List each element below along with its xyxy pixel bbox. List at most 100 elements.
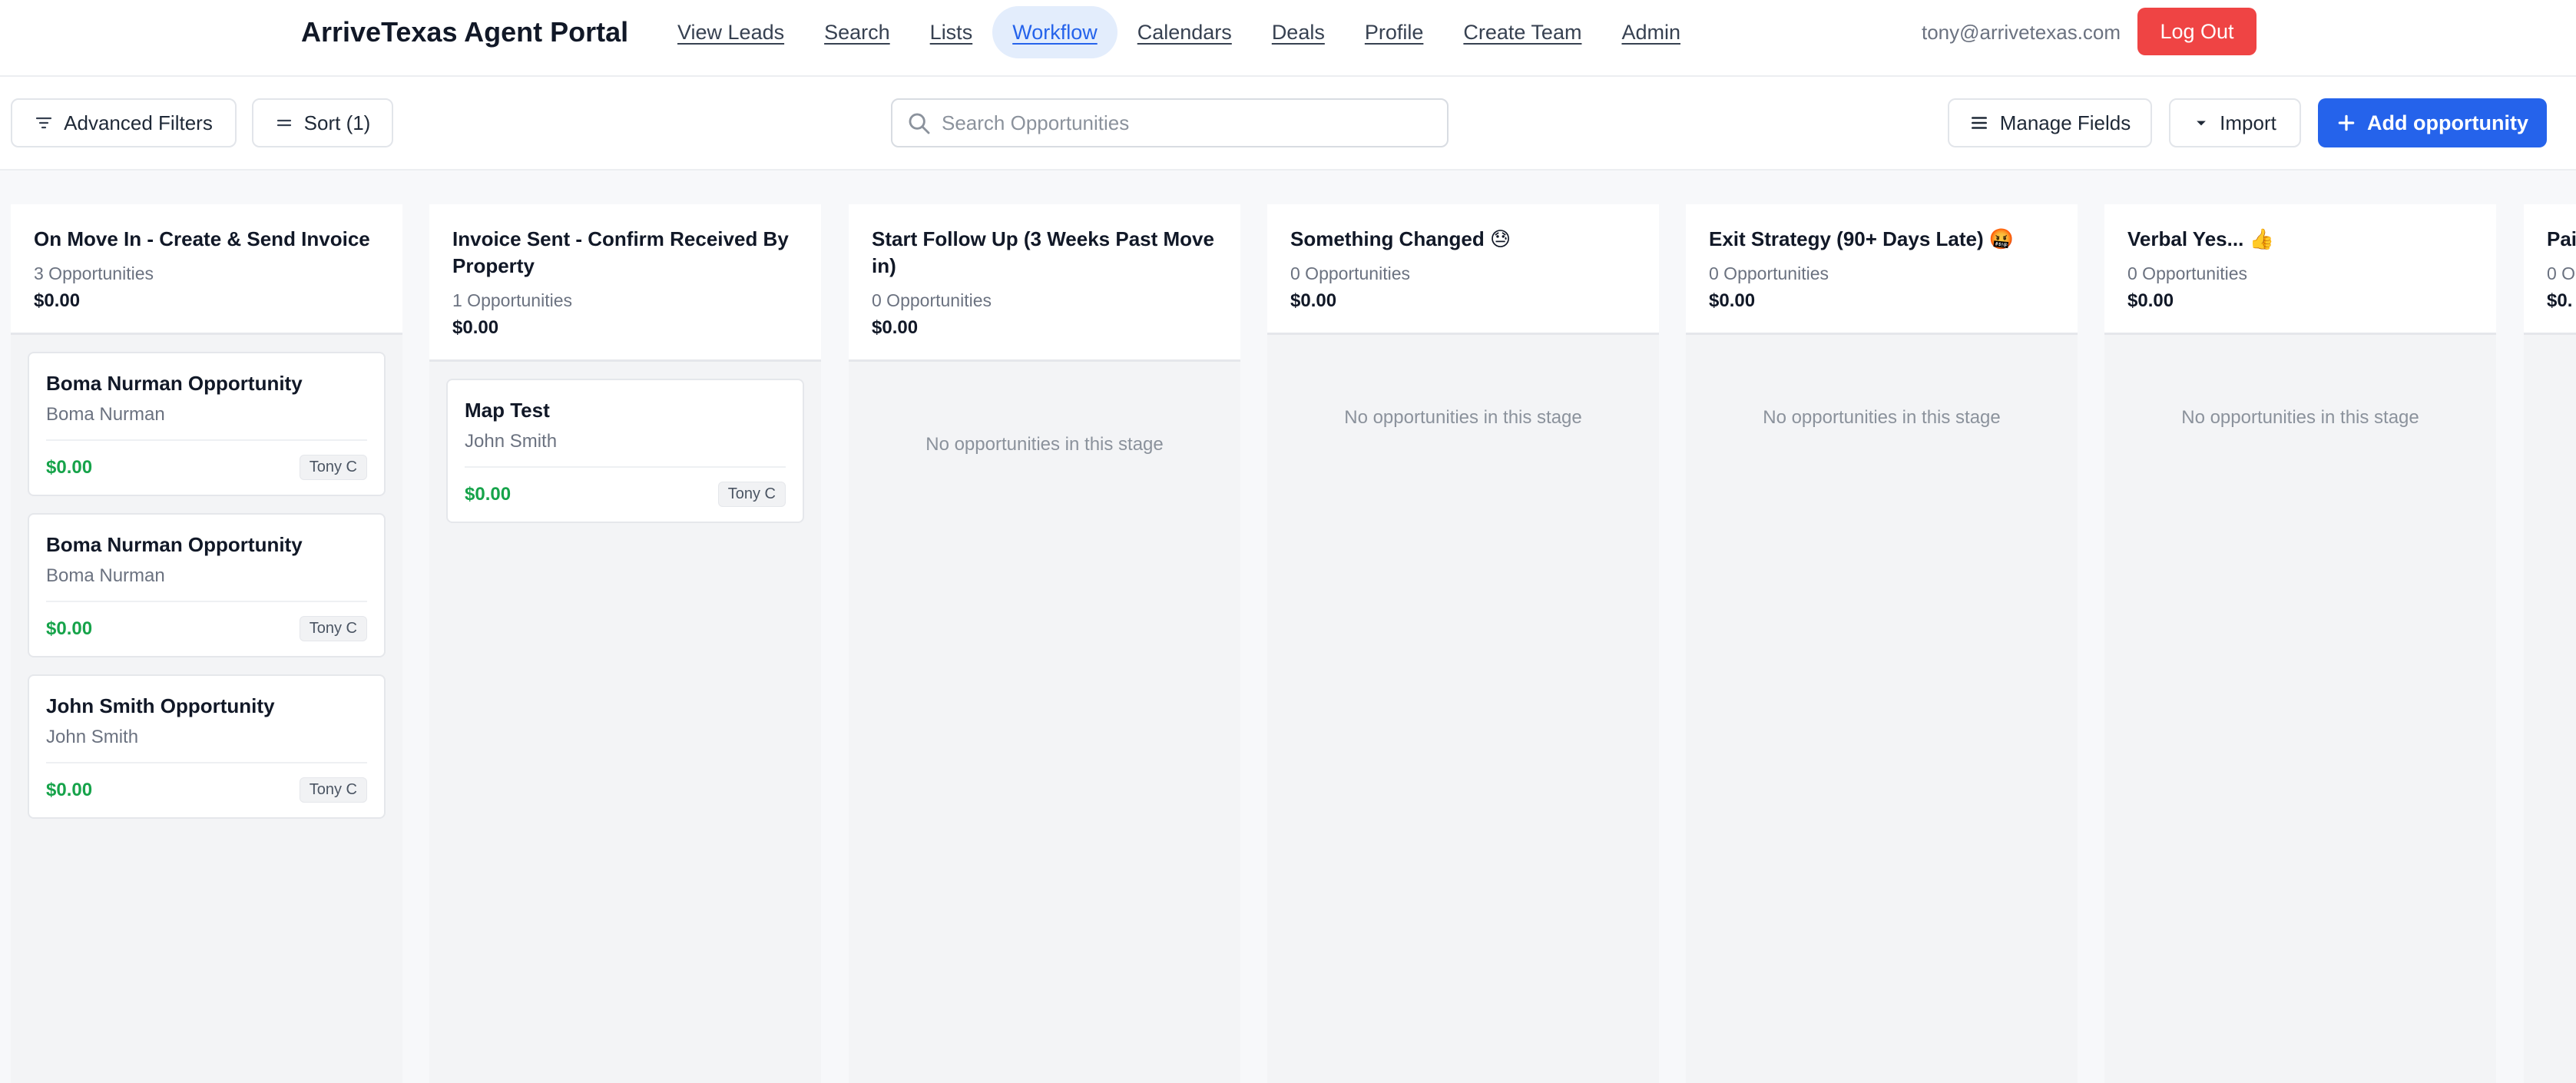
stage-column: Exit Strategy (90+ Days Late) 🤬 0 Opport… [1686, 204, 2078, 1083]
card-title: Boma Nurman Opportunity [46, 533, 303, 556]
card-footer: $0.00 Tony C [46, 601, 367, 641]
nav-link-create-team[interactable]: Create Team [1443, 6, 1601, 58]
stage-count: 0 Opportunities [1709, 263, 1829, 283]
card-amount: $0.00 [46, 618, 93, 639]
empty-stage-message: No opportunities in this stage [925, 434, 1164, 455]
import-label: Import [2220, 111, 2276, 134]
stage-count: 0 Opportunities [872, 290, 992, 310]
search-opportunities [891, 98, 1449, 147]
card-footer: $0.00 Tony C [46, 762, 367, 803]
stage-column: On Move In - Create & Send Invoice 3 Opp… [11, 204, 402, 1083]
card-amount: $0.00 [46, 456, 93, 478]
main-nav: View Leads Search Lists Workflow Calenda… [657, 6, 1700, 58]
card-title: Boma Nurman Opportunity [46, 372, 303, 395]
stage-amount: $0.00 [34, 290, 81, 311]
stage-column: Invoice Sent - Confirm Received By Prope… [429, 204, 821, 1083]
stage-body: No opportunities in this stage [1267, 335, 1659, 445]
stage-column: Pai 0 O $0. [2524, 204, 2576, 1083]
stage-title: Verbal Yes... 👍 [2127, 227, 2274, 250]
card-title: Map Test [465, 399, 550, 422]
stage-body: Boma Nurman Opportunity Boma Nurman $0.0… [11, 335, 402, 853]
stage-amount: $0.00 [1709, 290, 1756, 311]
stage-header[interactable]: On Move In - Create & Send Invoice 3 Opp… [11, 204, 402, 335]
filter-icon [36, 117, 52, 129]
import-button[interactable]: Import [2169, 98, 2301, 147]
stage-header[interactable]: Exit Strategy (90+ Days Late) 🤬 0 Opport… [1686, 204, 2078, 335]
top-navbar: ArriveTexas Agent Portal View Leads Sear… [0, 0, 2576, 77]
advanced-filters-button[interactable]: Advanced Filters [11, 98, 237, 147]
nav-link-profile[interactable]: Profile [1345, 6, 1444, 58]
card-amount: $0.00 [46, 779, 93, 800]
caret-down-icon [2197, 121, 2206, 126]
stage-header[interactable]: Invoice Sent - Confirm Received By Prope… [429, 204, 821, 362]
stage-body: No opportunities in this stage [1686, 335, 2078, 445]
stage-column: Start Follow Up (3 Weeks Past Move in) 0… [849, 204, 1240, 1083]
nav-link-search[interactable]: Search [804, 6, 910, 58]
stage-body: Map Test John Smith $0.00 Tony C [429, 362, 821, 557]
nav-link-view-leads[interactable]: View Leads [657, 6, 804, 58]
stage-header[interactable]: Start Follow Up (3 Weeks Past Move in) 0… [849, 204, 1240, 362]
empty-stage-message: No opportunities in this stage [1763, 407, 2001, 428]
stage-title: Exit Strategy (90+ Days Late) 🤬 [1709, 227, 2015, 250]
stage-title: Something Changed 😓 [1290, 227, 1511, 250]
stage-amount: $0.00 [2127, 290, 2174, 311]
stage-body: No opportunities in this stage [849, 362, 1240, 472]
stage-count: 1 Opportunities [452, 290, 572, 310]
stage-header[interactable]: Verbal Yes... 👍 0 Opportunities $0.00 [2104, 204, 2496, 335]
opportunity-card[interactable]: Map Test John Smith $0.00 Tony C [446, 379, 804, 523]
nav-link-workflow[interactable]: Workflow [992, 6, 1117, 58]
stage-title: Start Follow Up (3 Weeks Past Move in) [872, 227, 1214, 277]
workflow-toolbar: Advanced Filters Sort (1) Manage Fields … [0, 77, 2576, 171]
sort-icon [276, 119, 291, 127]
opportunity-card[interactable]: John Smith Opportunity John Smith $0.00 … [28, 674, 386, 819]
stage-header[interactable]: Something Changed 😓 0 Opportunities $0.0… [1267, 204, 1659, 335]
stage-title: Invoice Sent - Confirm Received By Prope… [452, 227, 789, 277]
list-icon [1971, 117, 1987, 129]
card-title: John Smith Opportunity [46, 694, 275, 717]
owner-badge: Tony C [299, 455, 367, 480]
nav-link-deals[interactable]: Deals [1252, 6, 1345, 58]
stage-amount: $0.00 [1290, 290, 1337, 311]
stage-header[interactable]: Pai 0 O $0. [2524, 204, 2576, 335]
nav-link-calendars[interactable]: Calendars [1117, 6, 1252, 58]
brand-title[interactable]: ArriveTexas Agent Portal [301, 14, 628, 51]
stage-amount: $0. [2547, 290, 2573, 311]
advanced-filters-label: Advanced Filters [64, 111, 213, 134]
card-footer: $0.00 Tony C [465, 466, 786, 507]
stage-count: 3 Opportunities [34, 263, 154, 283]
nav-link-lists[interactable]: Lists [910, 6, 993, 58]
add-opportunity-button[interactable]: Add opportunity [2318, 98, 2547, 147]
opportunity-card[interactable]: Boma Nurman Opportunity Boma Nurman $0.0… [28, 513, 386, 657]
card-contact: John Smith [46, 727, 139, 747]
user-email: tony@arrivetexas.com [1922, 21, 2121, 44]
nav-link-admin[interactable]: Admin [1601, 6, 1700, 58]
stage-count: 0 O [2547, 263, 2576, 283]
empty-stage-message: No opportunities in this stage [1344, 407, 1582, 428]
card-contact: John Smith [465, 431, 558, 452]
stage-body: No opportunities in this stage [2104, 335, 2496, 445]
stage-column: Verbal Yes... 👍 0 Opportunities $0.00 No… [2104, 204, 2496, 1083]
search-input[interactable] [942, 106, 1433, 140]
card-contact: Boma Nurman [46, 404, 165, 425]
stage-amount: $0.00 [452, 317, 499, 338]
stage-column: Something Changed 😓 0 Opportunities $0.0… [1267, 204, 1659, 1083]
sort-label: Sort (1) [303, 111, 371, 134]
opportunity-card[interactable]: Boma Nurman Opportunity Boma Nurman $0.0… [28, 352, 386, 496]
sort-button[interactable]: Sort (1) [252, 98, 393, 147]
plus-icon [2338, 114, 2355, 131]
stage-count: 0 Opportunities [2127, 263, 2247, 283]
search-icon [909, 113, 930, 134]
card-amount: $0.00 [465, 483, 512, 505]
stage-title: On Move In - Create & Send Invoice [34, 227, 370, 250]
logout-button[interactable]: Log Out [2137, 8, 2256, 55]
owner-badge: Tony C [299, 777, 367, 803]
owner-badge: Tony C [717, 482, 786, 507]
manage-fields-label: Manage Fields [1999, 111, 2131, 134]
empty-stage-message: No opportunities in this stage [2181, 407, 2419, 428]
stage-amount: $0.00 [872, 317, 919, 338]
pipeline-board[interactable]: On Move In - Create & Send Invoice 3 Opp… [0, 171, 2576, 1083]
add-opportunity-label: Add opportunity [2367, 111, 2528, 134]
stage-count: 0 Opportunities [1290, 263, 1410, 283]
owner-badge: Tony C [299, 616, 367, 641]
manage-fields-button[interactable]: Manage Fields [1948, 98, 2152, 147]
